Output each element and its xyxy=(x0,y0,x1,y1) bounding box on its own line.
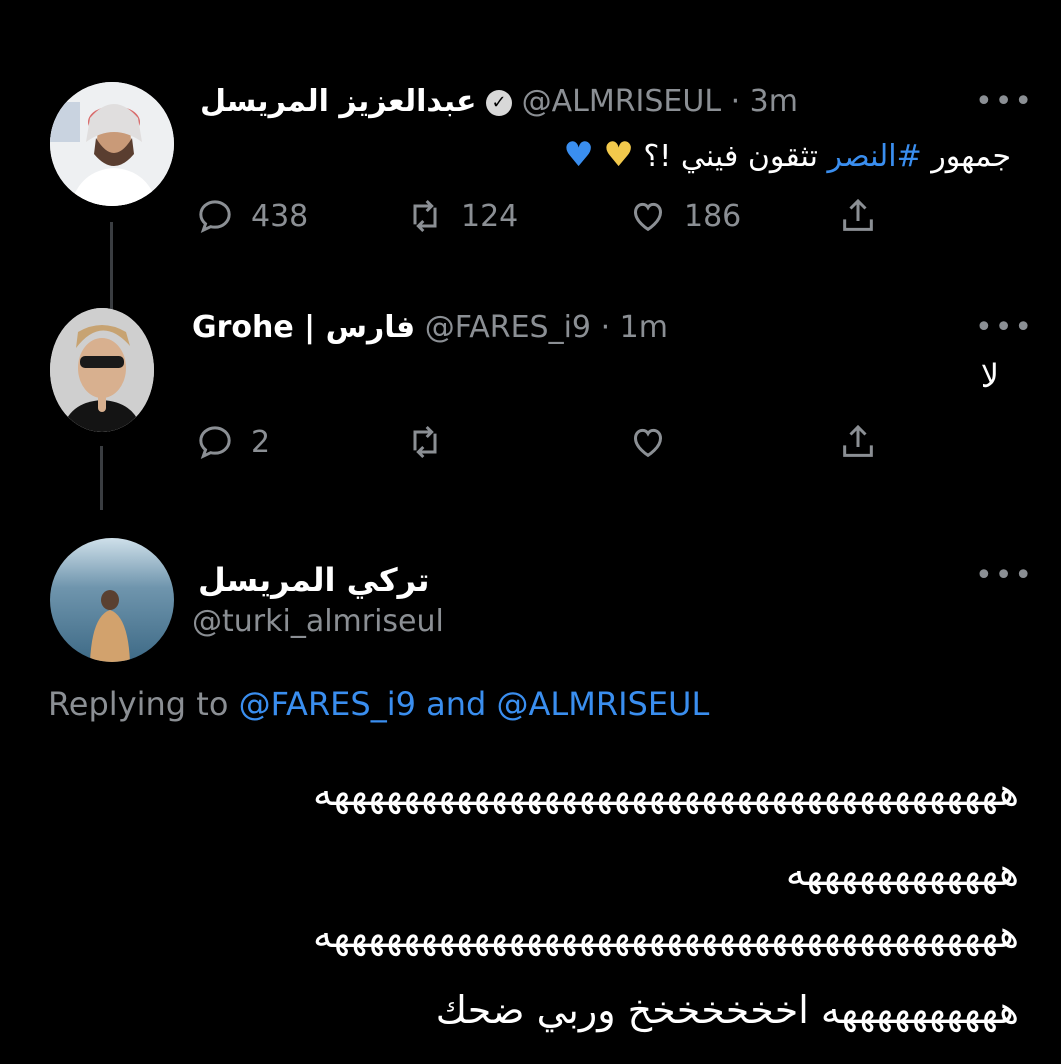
share-icon xyxy=(843,424,873,457)
yellow-heart-icon: ♥ xyxy=(603,135,634,175)
tweet-header: Grohe | فارس @FARES_i9 · 1m xyxy=(192,308,668,348)
handle[interactable]: @FARES_i9 xyxy=(425,310,591,345)
share-icon xyxy=(843,198,873,231)
share-button[interactable] xyxy=(838,422,878,462)
person-icon xyxy=(50,308,154,432)
tweet-text: لا xyxy=(980,357,999,395)
display-name[interactable]: Grohe | فارس xyxy=(192,310,415,345)
avatar[interactable] xyxy=(50,82,174,206)
tweet-text: جمهور #النصر تثقون فيني !؟ ♥ ♥ xyxy=(563,135,1011,175)
thread-line xyxy=(110,222,113,310)
verified-icon: ✓ xyxy=(486,89,513,116)
person-icon xyxy=(50,538,174,662)
avatar[interactable] xyxy=(50,538,174,662)
retweet-icon xyxy=(413,199,437,233)
tweet-text-line: هههههههههههههههههههههههههههههههههههههههه xyxy=(312,770,1020,814)
mention-link[interactable]: @ALMRISEUL xyxy=(497,685,710,723)
blue-heart-icon: ♥ xyxy=(563,135,594,175)
reply-icon xyxy=(199,200,231,234)
display-name[interactable]: تركي المريسل xyxy=(198,560,430,600)
retweet-button[interactable]: 124 xyxy=(405,196,518,236)
replying-to: Replying to @FARES_i9 and @ALMRISEUL xyxy=(48,685,710,723)
share-button[interactable] xyxy=(838,196,878,236)
tweet-header: عبدالعزيز المريسل ✓ @ALMRISEUL · 3m xyxy=(200,82,798,122)
handle[interactable]: @ALMRISEUL xyxy=(522,84,721,119)
reply-button[interactable]: 438 xyxy=(195,196,308,236)
person-icon xyxy=(50,82,174,206)
like-button[interactable] xyxy=(628,422,668,462)
display-name[interactable]: عبدالعزيز المريسل xyxy=(200,84,476,119)
handle[interactable]: @turki_almriseul xyxy=(192,602,444,642)
tweet-text-line: ههههههههههه اخخخخخخخ وربي ضحك xyxy=(435,988,1020,1032)
reply-icon xyxy=(199,426,231,460)
reply-button[interactable]: 2 xyxy=(195,422,270,462)
avatar[interactable] xyxy=(50,308,154,432)
timestamp[interactable]: · 1m xyxy=(601,310,668,345)
retweet-icon xyxy=(413,425,437,459)
heart-icon xyxy=(633,428,663,458)
timestamp[interactable]: · 3m xyxy=(731,84,798,119)
more-options-icon[interactable]: ••• xyxy=(975,87,1034,117)
more-options-icon[interactable]: ••• xyxy=(975,313,1034,343)
mention-link[interactable]: @FARES_i9 xyxy=(239,685,416,723)
hashtag-link[interactable]: #النصر xyxy=(828,139,922,174)
tweet-text-line: ههههههههههههه xyxy=(785,850,1020,894)
heart-icon xyxy=(633,202,663,232)
more-options-icon[interactable]: ••• xyxy=(975,561,1034,591)
retweet-button[interactable] xyxy=(405,422,445,462)
like-button[interactable]: 186 xyxy=(628,196,741,236)
tweet-text-line: هههههههههههههههههههههههههههههههههههههههه xyxy=(312,912,1020,956)
thread-line xyxy=(100,446,103,510)
